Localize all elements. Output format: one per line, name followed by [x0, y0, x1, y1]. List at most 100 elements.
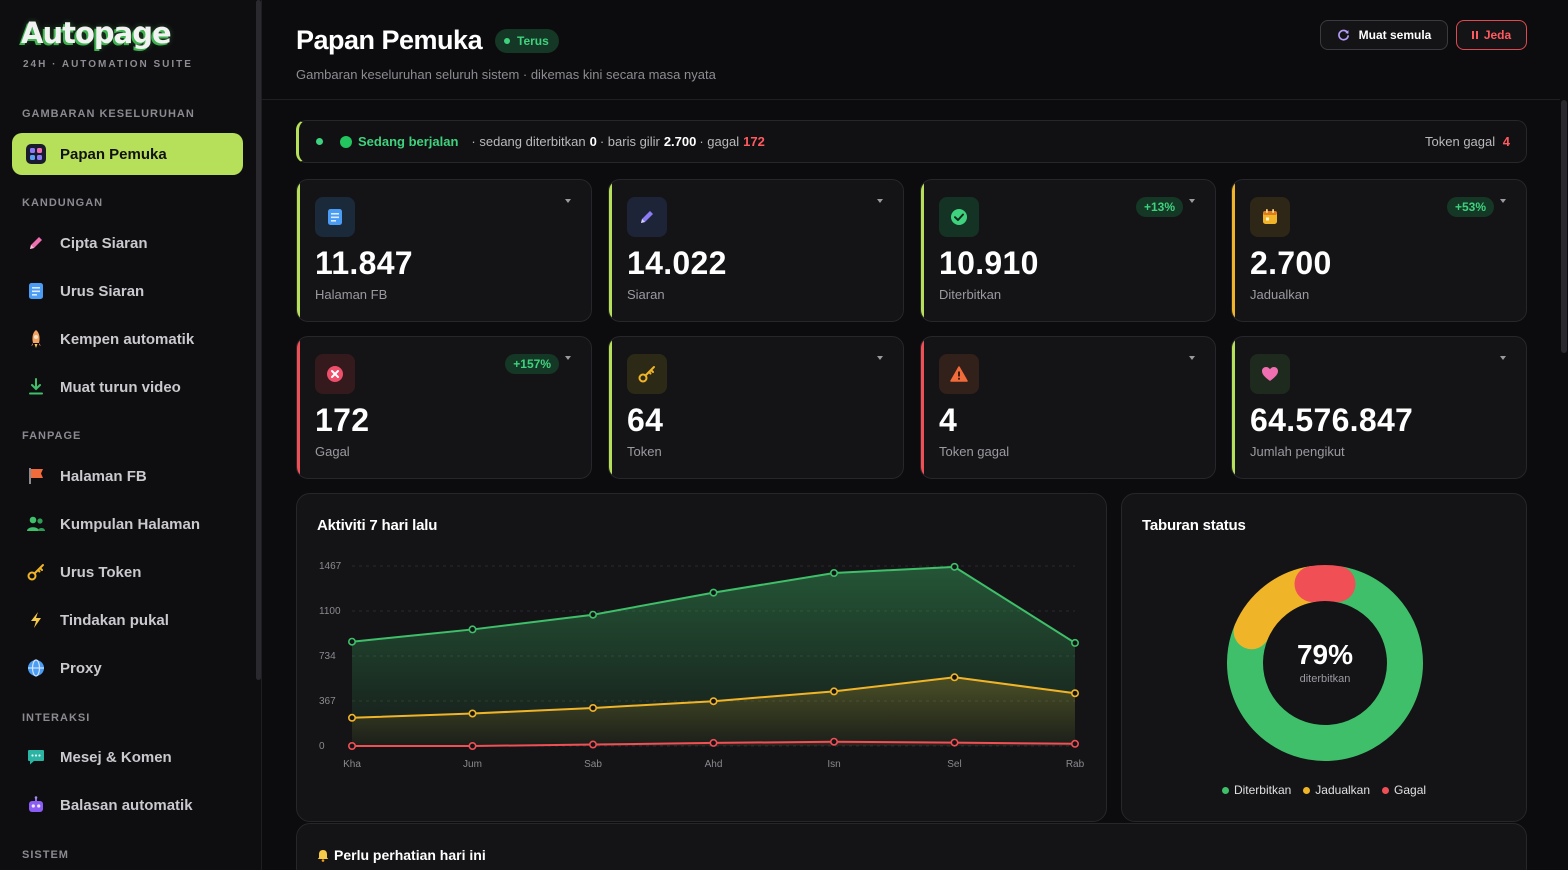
pause-button[interactable]: Jeda [1456, 20, 1527, 50]
sidebar: Autopage 24H · AUTOMATION SUITE GAMBARAN… [0, 0, 262, 870]
sidebar-item-label: Halaman FB [60, 467, 147, 485]
y-tick-label: 1467 [319, 561, 342, 572]
pause-icon [1471, 31, 1478, 39]
page-subtitle: Gambaran keseluruhan seluruh sistem · di… [296, 67, 716, 82]
sidebar-item-dashboard[interactable]: Papan Pemuka [12, 133, 243, 175]
sidebar-item-manage-tokens[interactable]: Urus Token [12, 551, 243, 593]
stat-card-5[interactable]: 64 Token [608, 336, 904, 479]
sidebar-item-fb-pages[interactable]: Halaman FB [12, 455, 243, 497]
stat-card-6[interactable]: 4 Token gagal [920, 336, 1216, 479]
donut-slice-failed[interactable] [1294, 565, 1356, 602]
sidebar-item-bulk-actions[interactable]: Tindakan pukal [12, 599, 243, 641]
stat-card-1[interactable]: 14.022 Siaran [608, 179, 904, 322]
data-point-scheduled[interactable] [709, 697, 718, 706]
activity-panel: Aktiviti 7 hari lalu 0 367 734 1100 1467 Kha J… [296, 493, 1107, 822]
stat-card-7[interactable]: 64.576.847 Jumlah pengikut [1231, 336, 1527, 479]
brand-tagline: 24H · AUTOMATION SUITE [23, 59, 193, 70]
chevron-down-icon[interactable] [565, 199, 571, 203]
data-point-scheduled[interactable] [950, 673, 959, 682]
x-tick-label: Jum [463, 759, 482, 770]
brand-logo[interactable]: Autopage [21, 16, 172, 50]
stat-label: Gagal [315, 444, 350, 459]
chevron-down-icon[interactable] [1189, 199, 1195, 203]
section-title-content: KANDUNGAN [22, 197, 104, 209]
token-fail-value: 4 [1502, 134, 1510, 149]
section-title-fanpage: FANPAGE [22, 430, 82, 442]
status-dot-icon [316, 138, 323, 145]
stat-value: 11.847 [315, 245, 413, 281]
page-title: Papan Pemuka [296, 25, 483, 55]
y-tick-label: 734 [319, 651, 336, 662]
stat-label: Token [627, 444, 662, 459]
data-point-published[interactable] [347, 637, 356, 646]
sidebar-item-label: Cipta Siaran [60, 234, 148, 252]
chevron-down-icon[interactable] [565, 356, 571, 360]
stat-value: 14.022 [627, 245, 727, 281]
data-point-scheduled[interactable] [468, 709, 477, 718]
data-point-failed[interactable] [588, 740, 597, 749]
chevron-down-icon[interactable] [1189, 356, 1195, 360]
card-accent [921, 337, 924, 478]
distribution-legend: Diterbitkan Jadualkan Gagal [1122, 783, 1526, 797]
sidebar-item-auto-campaign[interactable]: Kempen automatik [12, 318, 243, 360]
sidebar-item-label: Tindakan pukal [60, 611, 169, 629]
sidebar-item-download-video[interactable]: Muat turun video [12, 366, 243, 408]
chevron-down-icon[interactable] [1500, 356, 1506, 360]
stat-label: Diterbitkan [939, 287, 1002, 302]
sidebar-item-create-post[interactable]: Cipta Siaran [12, 222, 243, 264]
sidebar-item-proxy[interactable]: Proxy [12, 647, 243, 689]
stat-value: 64 [627, 402, 664, 438]
data-point-published[interactable] [829, 568, 838, 577]
data-point-published[interactable] [709, 588, 718, 597]
chevron-down-icon[interactable] [877, 199, 883, 203]
stat-card-0[interactable]: 11.847 Halaman FB [296, 179, 592, 322]
data-point-failed[interactable] [1070, 739, 1079, 748]
sidebar-item-messages-comments[interactable]: Mesej & Komen [12, 736, 243, 778]
reload-label: Muat semula [1358, 28, 1432, 42]
stat-label: Jadualkan [1250, 287, 1310, 302]
sidebar-item-label: Muat turun video [60, 378, 181, 396]
bell-icon [317, 849, 329, 862]
sidebar-item-manage-posts[interactable]: Urus Siaran [12, 270, 243, 312]
x-circle-icon [315, 354, 355, 394]
stat-value: 2.700 [1250, 245, 1332, 281]
live-badge-label: Terus [517, 34, 549, 48]
data-point-failed[interactable] [829, 737, 838, 746]
data-point-failed[interactable] [950, 738, 959, 747]
x-tick-label: Ahd [705, 759, 723, 770]
sidebar-scrollbar[interactable] [256, 0, 261, 680]
data-point-published[interactable] [588, 610, 597, 619]
sidebar-item-label: Balasan automatik [60, 796, 193, 814]
data-point-failed[interactable] [709, 738, 718, 747]
distribution-panel: Taburan status 79% diterbitkan Diterbitk… [1121, 493, 1527, 822]
stat-card-4[interactable]: +157% 172 Gagal [296, 336, 592, 479]
card-accent [297, 337, 300, 478]
data-point-failed[interactable] [468, 742, 477, 751]
failed-value: 172 [743, 134, 765, 149]
stat-card-3[interactable]: +53% 2.700 Jadualkan [1231, 179, 1527, 322]
section-title-interaction: INTERAKSI [22, 712, 91, 724]
x-tick-label: Sel [947, 759, 961, 770]
data-point-scheduled[interactable] [588, 703, 597, 712]
card-accent [609, 180, 612, 321]
data-point-scheduled[interactable] [1070, 689, 1079, 698]
chevron-down-icon[interactable] [877, 356, 883, 360]
data-point-published[interactable] [1070, 638, 1079, 647]
sidebar-item-page-groups[interactable]: Kumpulan Halaman [12, 503, 243, 545]
legend-item-scheduled: Jadualkan [1303, 783, 1370, 797]
main-scrollbar[interactable] [1561, 100, 1567, 353]
stat-card-2[interactable]: +13% 10.910 Diterbitkan [920, 179, 1216, 322]
stat-value: 10.910 [939, 245, 1039, 281]
legend-dot-icon [1382, 786, 1390, 794]
reload-button[interactable]: Muat semula [1320, 20, 1448, 50]
data-point-published[interactable] [468, 625, 477, 634]
data-point-scheduled[interactable] [829, 687, 838, 696]
chevron-down-icon[interactable] [1500, 199, 1506, 203]
data-point-scheduled[interactable] [347, 713, 356, 722]
card-accent [297, 180, 300, 321]
data-point-published[interactable] [950, 562, 959, 571]
sidebar-item-auto-reply[interactable]: Balasan automatik [12, 784, 243, 826]
data-point-failed[interactable] [347, 742, 356, 751]
attention-title-text: Perlu perhatian hari ini [334, 847, 486, 863]
document-icon [26, 281, 46, 301]
